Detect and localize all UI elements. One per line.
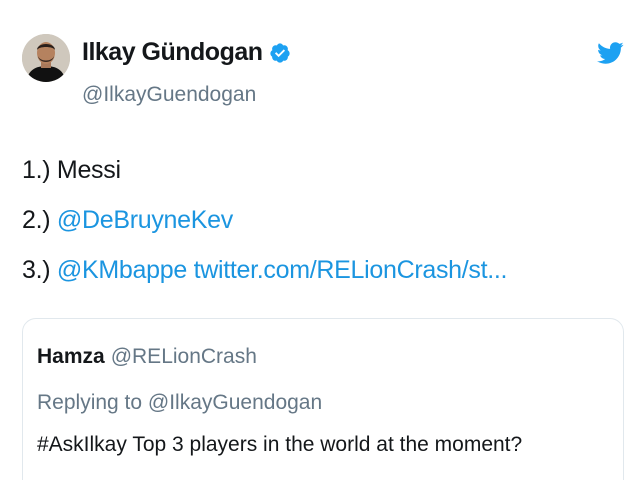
quoted-replying-to: Replying to @IlkayGuendogan [37,391,323,414]
embedded-tweet: Ilkay Gündogan @IlkayGuendogan 1.) Messi… [0,0,640,480]
tweet-line-3-prefix: 3.) [22,256,57,284]
author-handle[interactable]: @IlkayGuendogan [82,83,256,107]
quoted-author-name[interactable]: Hamza [37,345,105,368]
tweet-line-1-text: Messi [56,156,121,184]
quoted-tweet-text: #AskIlkay Top 3 players in the world at … [37,433,523,456]
tweet-line-2: 2.) @DeBruyneKev [22,206,233,235]
tweet-line-3: 3.) @KMbappe twitter.com/RELionCrash/st.… [22,256,508,285]
author-display-name-row[interactable]: Ilkay Gündogan [82,38,291,67]
author-display-name[interactable]: Ilkay Gündogan [82,38,263,67]
twitter-bird-icon[interactable] [596,39,624,67]
avatar-photo [22,34,70,82]
tweet-line-2-prefix: 2.) [22,206,57,234]
mention-and-url-link[interactable]: @KMbappe twitter.com/RELionCrash/st... [57,256,508,284]
tweet-line-1: 1.) Messi [22,156,121,185]
quoted-author-handle[interactable]: @RELionCrash [111,345,257,368]
avatar[interactable] [22,34,70,82]
mention-link-debruynekev[interactable]: @DeBruyneKev [57,206,233,234]
verified-badge-icon [269,42,290,63]
tweet-line-1-prefix: 1.) [22,156,57,184]
quoted-tweet-header: Hamza @RELionCrash [37,345,257,369]
quoted-tweet-card[interactable]: Hamza @RELionCrash Replying to @IlkayGuen… [22,318,624,480]
